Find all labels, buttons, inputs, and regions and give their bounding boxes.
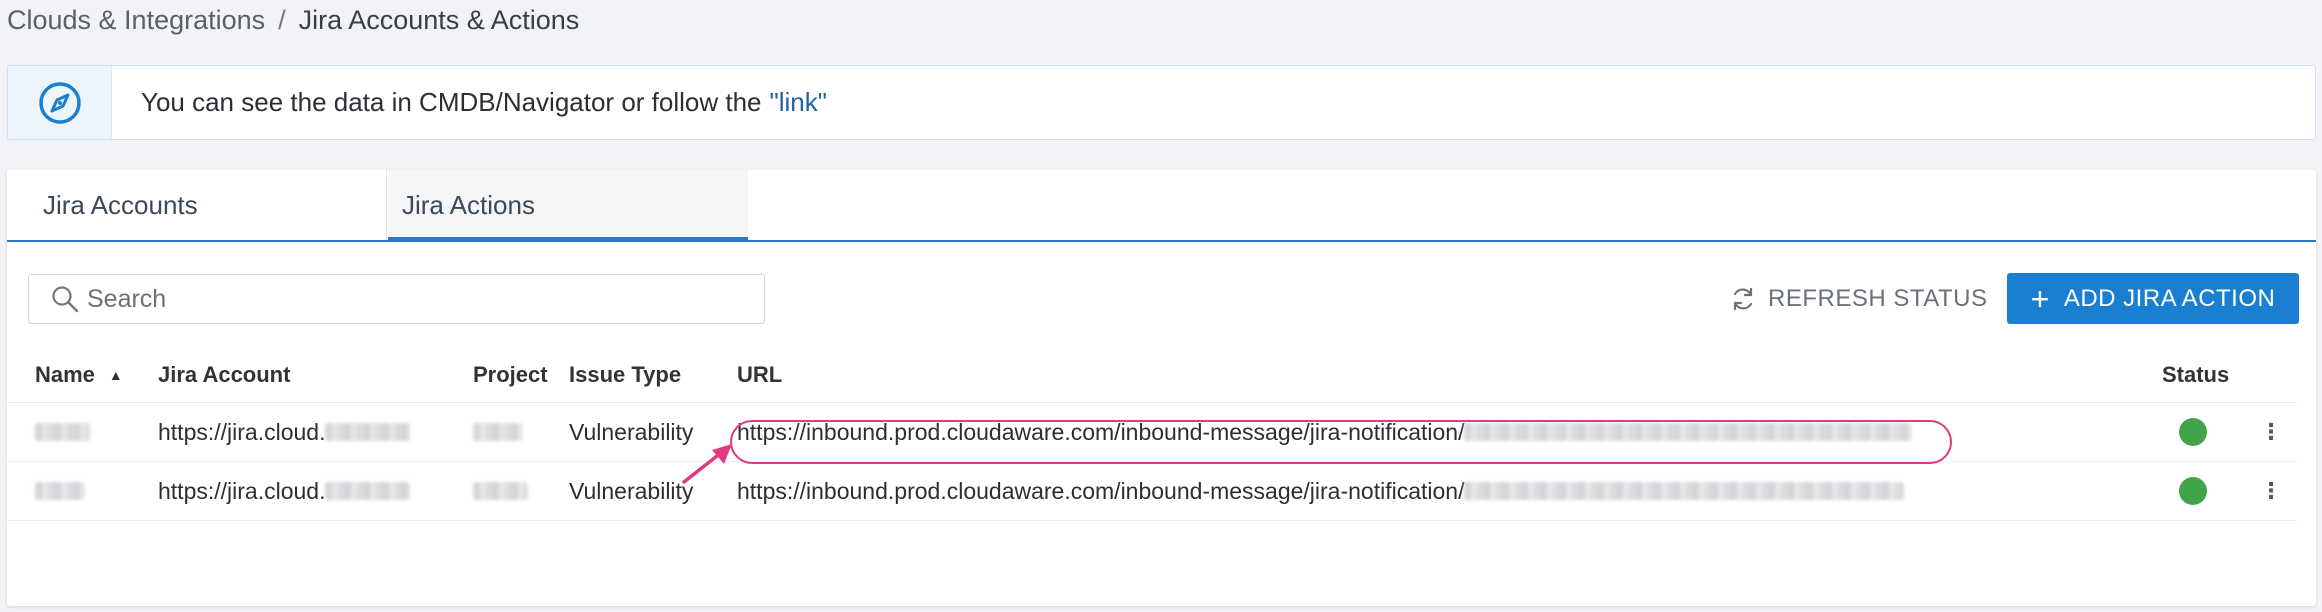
add-jira-action-label: ADD JIRA ACTION	[2063, 284, 2276, 312]
cell-status	[2179, 403, 2207, 461]
table-row[interactable]: https://jira.cloud. Vulnerability https:…	[7, 403, 2297, 462]
tab-label: Jira Accounts	[43, 189, 198, 220]
banner-text: You can see the data in CMDB/Navigator o…	[141, 87, 762, 117]
redacted-value	[35, 482, 85, 500]
cell-issue-type: Vulnerability	[569, 477, 694, 504]
more-vertical-icon: ⋮	[2260, 478, 2282, 503]
row-actions-menu[interactable]: ⋮	[2260, 403, 2282, 461]
cell-project	[473, 462, 528, 520]
breadcrumb-separator: /	[278, 4, 286, 35]
redacted-value	[325, 482, 411, 500]
column-header-project[interactable]: Project	[473, 348, 548, 402]
banner-message: You can see the data in CMDB/Navigator o…	[141, 87, 827, 118]
sort-ascending-icon: ▲	[108, 367, 123, 383]
column-label: Status	[2162, 362, 2230, 387]
breadcrumb-parent[interactable]: Clouds & Integrations	[7, 5, 265, 36]
table-row[interactable]: https://jira.cloud. Vulnerability https:…	[7, 462, 2297, 521]
column-header-name[interactable]: Name ▲	[35, 348, 123, 402]
add-jira-action-button[interactable]: + ADD JIRA ACTION	[2007, 273, 2299, 324]
tab-jira-actions[interactable]: Jira Actions	[388, 170, 748, 242]
status-indicator	[2179, 418, 2207, 446]
breadcrumb: Clouds & Integrations / Jira Accounts & …	[7, 0, 579, 40]
cell-url[interactable]: https://inbound.prod.cloudaware.com/inbo…	[737, 462, 1905, 520]
banner-link[interactable]: "link"	[770, 87, 827, 117]
column-label: URL	[737, 362, 783, 387]
tab-bar: Jira Accounts Jira Actions	[7, 170, 2316, 242]
webhook-url: https://inbound.prod.cloudaware.com/inbo…	[737, 477, 1465, 504]
cell-issue-type: Vulnerability	[569, 418, 694, 445]
info-banner: You can see the data in CMDB/Navigator o…	[7, 65, 2316, 140]
table-header: Name ▲ Jira Account Project Issue Type U…	[7, 348, 2297, 403]
banner-icon-box	[8, 66, 112, 139]
main-panel: Jira Accounts Jira Actions REFRESH STATU…	[7, 170, 2316, 606]
tab-jira-accounts[interactable]: Jira Accounts	[7, 170, 387, 240]
breadcrumb-current: Jira Accounts & Actions	[298, 4, 580, 35]
refresh-icon	[1733, 287, 1753, 311]
cell-jira-account: https://jira.cloud.	[158, 462, 411, 520]
compass-icon	[38, 81, 81, 124]
cell-name	[35, 403, 90, 461]
search-field[interactable]	[28, 274, 765, 324]
plus-icon: +	[2030, 280, 2050, 317]
redacted-value	[1464, 482, 1905, 500]
cell-url[interactable]: https://inbound.prod.cloudaware.com/inbo…	[737, 403, 1913, 461]
cell-project	[473, 403, 523, 461]
search-icon	[52, 286, 79, 313]
cell-status	[2179, 462, 2207, 520]
refresh-status-button[interactable]: REFRESH STATUS	[1730, 274, 1987, 324]
redacted-value	[325, 423, 411, 441]
redacted-value	[35, 423, 90, 441]
redacted-value	[1464, 423, 1913, 441]
status-indicator	[2179, 477, 2207, 505]
column-label: Jira Account	[158, 362, 291, 387]
column-label: Name	[35, 362, 95, 387]
annotation-arrow-icon	[682, 444, 732, 484]
search-input[interactable]	[85, 283, 729, 315]
column-header-issue-type[interactable]: Issue Type	[569, 348, 681, 402]
redacted-value	[473, 482, 528, 500]
column-header-status[interactable]: Status	[2162, 348, 2229, 402]
redacted-value	[473, 423, 523, 441]
row-actions-menu[interactable]: ⋮	[2260, 462, 2282, 520]
cell-jira-account: https://jira.cloud.	[158, 403, 411, 461]
column-header-jira-account[interactable]: Jira Account	[158, 348, 290, 402]
jira-account-url: https://jira.cloud.	[158, 418, 326, 445]
jira-account-url: https://jira.cloud.	[158, 477, 326, 504]
cell-name	[35, 462, 85, 520]
tab-label: Jira Actions	[402, 189, 535, 220]
webhook-url: https://inbound.prod.cloudaware.com/inbo…	[737, 418, 1465, 445]
more-vertical-icon: ⋮	[2260, 419, 2282, 444]
column-header-url[interactable]: URL	[737, 348, 782, 402]
refresh-status-label: REFRESH STATUS	[1768, 285, 1988, 312]
column-label: Project	[473, 362, 548, 387]
column-label: Issue Type	[569, 362, 682, 387]
